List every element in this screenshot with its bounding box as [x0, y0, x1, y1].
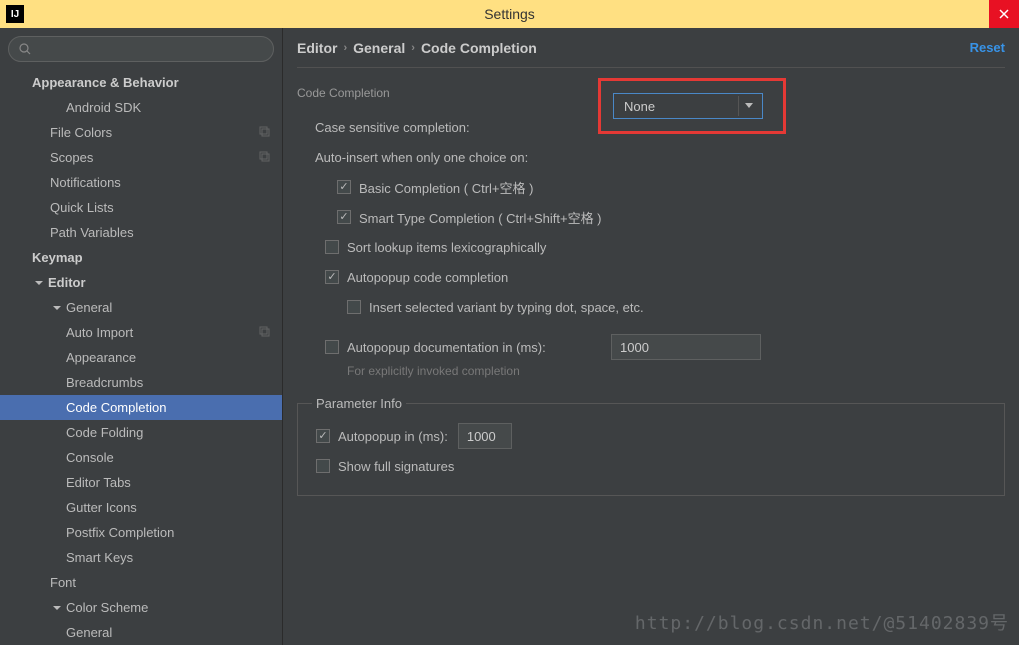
autopopup-doc-checkbox[interactable]: [325, 340, 339, 354]
insert-variant-checkbox[interactable]: [347, 300, 361, 314]
tree-appearance[interactable]: Appearance: [0, 345, 282, 370]
chevron-right-icon: ›: [411, 42, 415, 54]
param-autopopup-checkbox[interactable]: [316, 429, 330, 443]
case-sensitive-label: Case sensitive completion:: [315, 120, 470, 135]
chevron-right-icon: ›: [343, 42, 347, 54]
tree-scopes[interactable]: Scopes: [0, 145, 282, 170]
chevron-down-icon: [50, 604, 64, 612]
tree-editor-tabs[interactable]: Editor Tabs: [0, 470, 282, 495]
dropdown-value: None: [624, 99, 655, 114]
crumb-editor[interactable]: Editor: [297, 40, 337, 56]
tree-notifications[interactable]: Notifications: [0, 170, 282, 195]
parameter-info-legend: Parameter Info: [312, 396, 406, 411]
chevron-down-icon: [50, 304, 64, 312]
tree-postfix-completion[interactable]: Postfix Completion: [0, 520, 282, 545]
case-sensitive-dropdown[interactable]: None: [613, 93, 763, 119]
chevron-down-icon: [738, 96, 758, 116]
crumb-general[interactable]: General: [353, 40, 405, 56]
tree-cs-general[interactable]: General: [0, 620, 282, 645]
settings-tree[interactable]: Appearance & Behavior Android SDK File C…: [0, 70, 282, 645]
sort-lookup-label: Sort lookup items lexicographically: [347, 240, 546, 255]
tree-gutter-icons[interactable]: Gutter Icons: [0, 495, 282, 520]
copy-icon: [259, 325, 270, 340]
chevron-down-icon: [32, 279, 46, 287]
autopopup-code-checkbox[interactable]: [325, 270, 339, 284]
window-title: Settings: [484, 6, 535, 22]
show-full-sig-label: Show full signatures: [338, 459, 454, 474]
smart-completion-label: Smart Type Completion ( Ctrl+Shift+空格 ): [359, 208, 602, 227]
breadcrumb: Editor › General › Code Completion: [297, 40, 537, 56]
auto-insert-label: Auto-insert when only one choice on:: [315, 150, 528, 165]
tree-general[interactable]: General: [0, 295, 282, 320]
crumb-code-completion: Code Completion: [421, 40, 537, 56]
reset-link[interactable]: Reset: [970, 40, 1005, 55]
show-full-sig-checkbox[interactable]: [316, 459, 330, 473]
smart-completion-checkbox[interactable]: [337, 210, 351, 224]
autopopup-code-label: Autopopup code completion: [347, 270, 508, 285]
app-icon: IJ: [6, 5, 24, 23]
search-field[interactable]: [8, 36, 274, 62]
basic-completion-checkbox[interactable]: [337, 180, 351, 194]
tree-file-colors[interactable]: File Colors: [0, 120, 282, 145]
search-icon: [19, 43, 31, 55]
autopopup-doc-input[interactable]: [611, 334, 761, 360]
tree-quick-lists[interactable]: Quick Lists: [0, 195, 282, 220]
autopopup-doc-hint: For explicitly invoked completion: [347, 364, 1005, 378]
title-bar: IJ Settings: [0, 0, 1019, 28]
insert-variant-label: Insert selected variant by typing dot, s…: [369, 300, 644, 315]
param-autopopup-label: Autopopup in (ms):: [338, 429, 448, 444]
sort-lookup-checkbox[interactable]: [325, 240, 339, 254]
tree-code-completion[interactable]: Code Completion: [0, 395, 282, 420]
tree-keymap[interactable]: Keymap: [0, 245, 282, 270]
tree-smart-keys[interactable]: Smart Keys: [0, 545, 282, 570]
search-input[interactable]: [37, 42, 263, 57]
tree-code-folding[interactable]: Code Folding: [0, 420, 282, 445]
tree-path-variables[interactable]: Path Variables: [0, 220, 282, 245]
close-icon: [999, 9, 1009, 19]
tree-appearance-behavior[interactable]: Appearance & Behavior: [0, 70, 282, 95]
parameter-info-group: Parameter Info Autopopup in (ms): Show f…: [297, 396, 1005, 496]
close-button[interactable]: [989, 0, 1019, 28]
param-autopopup-input[interactable]: [458, 423, 512, 449]
tree-auto-import[interactable]: Auto Import: [0, 320, 282, 345]
tree-editor[interactable]: Editor: [0, 270, 282, 295]
copy-icon: [259, 125, 270, 140]
sidebar: Appearance & Behavior Android SDK File C…: [0, 28, 283, 645]
tree-android-sdk[interactable]: Android SDK: [0, 95, 282, 120]
tree-color-scheme[interactable]: Color Scheme: [0, 595, 282, 620]
copy-icon: [259, 150, 270, 165]
tree-breadcrumbs[interactable]: Breadcrumbs: [0, 370, 282, 395]
highlight-annotation: None: [598, 78, 786, 134]
basic-completion-label: Basic Completion ( Ctrl+空格 ): [359, 178, 533, 197]
tree-font[interactable]: Font: [0, 570, 282, 595]
tree-console[interactable]: Console: [0, 445, 282, 470]
autopopup-doc-label: Autopopup documentation in (ms):: [347, 340, 611, 355]
